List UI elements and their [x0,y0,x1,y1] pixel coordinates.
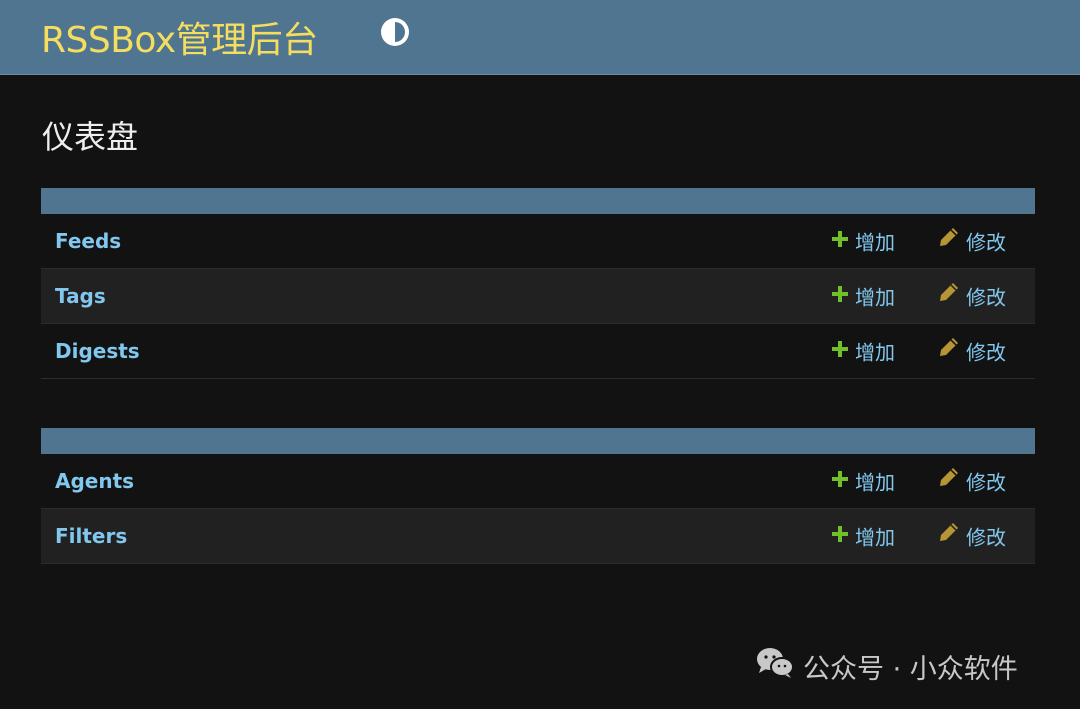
model-link-filters[interactable]: Filters [55,509,127,563]
model-row-digests: Digests 增加 修改 [41,324,1035,379]
add-label: 增加 [855,470,895,495]
add-label: 增加 [855,230,895,255]
pencil-icon [938,214,960,268]
model-link-tags[interactable]: Tags [55,269,106,323]
module-caption [41,188,1035,214]
change-label: 修改 [966,230,1006,255]
change-label: 修改 [966,470,1006,495]
plus-icon [831,509,849,563]
change-label: 修改 [966,340,1006,365]
add-label: 增加 [855,285,895,310]
admin-page: RSSBox管理后台 仪表盘 Feeds 增加 修改 Tags 增加 修改 Di… [0,0,1080,709]
plus-icon [831,454,849,508]
pencil-icon [938,269,960,323]
model-row-tags: Tags 增加 修改 [41,269,1035,324]
change-link-tags[interactable]: 修改 [938,269,1006,323]
change-link-filters[interactable]: 修改 [938,509,1006,563]
add-link-feeds[interactable]: 增加 [831,214,895,268]
change-link-digests[interactable]: 修改 [938,324,1006,378]
pencil-icon [938,509,960,563]
add-link-filters[interactable]: 增加 [831,509,895,563]
page-title: 仪表盘 [42,118,139,156]
change-label: 修改 [966,525,1006,550]
add-link-tags[interactable]: 增加 [831,269,895,323]
app-module-2: Agents 增加 修改 Filters 增加 修改 [41,428,1035,564]
model-row-agents: Agents 增加 修改 [41,454,1035,509]
module-caption [41,428,1035,454]
model-row-filters: Filters 增加 修改 [41,509,1035,564]
model-link-digests[interactable]: Digests [55,324,140,378]
plus-icon [831,214,849,268]
change-label: 修改 [966,285,1006,310]
change-link-agents[interactable]: 修改 [938,454,1006,508]
watermark: 公众号 · 小众软件 [755,646,1018,686]
plus-icon [831,324,849,378]
pencil-icon [938,454,960,508]
plus-icon [831,269,849,323]
model-link-agents[interactable]: Agents [55,454,134,508]
add-link-agents[interactable]: 增加 [831,454,895,508]
site-title[interactable]: RSSBox管理后台 [41,11,318,63]
add-link-digests[interactable]: 增加 [831,324,895,378]
app-module-1: Feeds 增加 修改 Tags 增加 修改 Digests 增加 修改 [41,188,1035,379]
watermark-text: 公众号 · 小众软件 [803,654,1018,685]
model-link-feeds[interactable]: Feeds [55,214,121,268]
add-label: 增加 [855,525,895,550]
site-header: RSSBox管理后台 [0,0,1080,75]
wechat-icon [755,646,795,687]
half-circle-contrast-icon[interactable] [379,16,411,48]
add-label: 增加 [855,340,895,365]
change-link-feeds[interactable]: 修改 [938,214,1006,268]
model-row-feeds: Feeds 增加 修改 [41,214,1035,269]
pencil-icon [938,324,960,378]
